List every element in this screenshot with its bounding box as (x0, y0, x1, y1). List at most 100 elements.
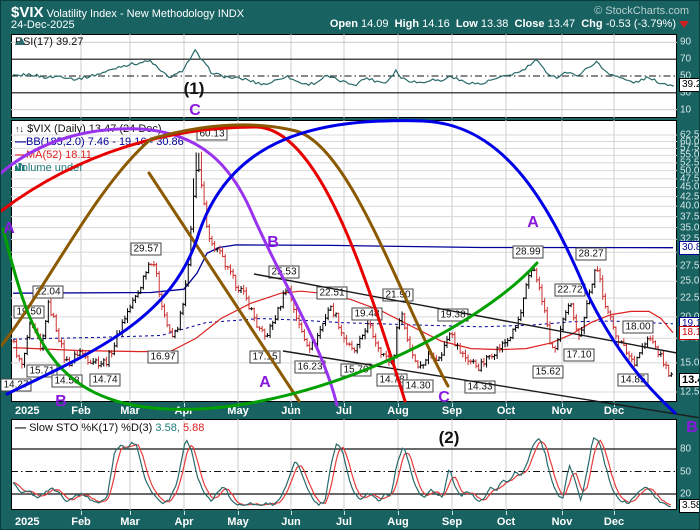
sto-d-value: 5.88 (183, 422, 204, 434)
rsi-axis-tick: 10 (680, 104, 691, 115)
wave-letter-b: B (686, 419, 698, 437)
high-value: 14.16 (422, 18, 450, 30)
low-label: Low (456, 18, 478, 30)
rsi-current-value-label: 39.27 (679, 78, 700, 92)
sto-axis-tick: 50 (680, 466, 691, 477)
month-label-nov: Nov (552, 516, 573, 528)
rsi-plot (11, 34, 677, 118)
pivot-price-label: 21.90 (382, 289, 413, 302)
sto-legend-text: Slow STO %K(17) %D(3) (29, 422, 152, 434)
low-value: 13.38 (481, 18, 509, 30)
quote-strip: Open 14.09 High 14.16 Low 13.38 Close 13… (330, 18, 689, 30)
month-tick (344, 403, 345, 407)
month-tick (238, 511, 239, 515)
chg-value: -0.53 (-3.79%) (606, 18, 676, 30)
month-label-apr: Apr (175, 516, 194, 528)
sto-axis-tick: 20 (680, 489, 691, 500)
volume-bars-icon (15, 162, 25, 171)
pivot-price-label: 14.58 (51, 375, 82, 388)
price-axis-value-label: 13.47 (679, 373, 700, 387)
wave-letter-c: C (438, 389, 450, 407)
volume-legend: Volume undef (15, 162, 82, 174)
sto-k-value: 3.58, (155, 422, 179, 434)
month-tick (506, 403, 507, 407)
price-axis-tick: 25.0 (680, 276, 699, 287)
year-label: 2025 (15, 516, 39, 528)
pivot-price-label: 28.99 (512, 246, 543, 259)
price-axis-tick: 12.5 (680, 386, 699, 397)
pivot-price-label: 14.30 (402, 380, 433, 393)
price-axis-tick: 37.5 (680, 211, 699, 222)
chg-label: Chg (581, 18, 602, 30)
price-axis-tick: 27.5 (680, 261, 699, 272)
pivot-price-label: 18.00 (622, 321, 653, 334)
month-axis-bottom: 2025FebMarAprMayJunJulAugSepOctNovDec (1, 511, 700, 530)
high-label: High (395, 18, 419, 30)
month-tick (398, 511, 399, 515)
bb-legend: —BB(185,2.0) 7.46 - 19.16 - 30.86 (15, 136, 184, 148)
pivot-price-label: 14.74 (89, 374, 120, 387)
month-label-mar: Mar (120, 516, 140, 528)
month-label-aug: Aug (387, 516, 408, 528)
stockcharts-credit: © StockCharts.com (594, 5, 689, 17)
pivot-price-label: 19.48 (351, 308, 382, 321)
chart-header: $VIX Volatility Index - New Methodology … (11, 4, 691, 18)
updown-arrows-icon: ↑↓ (15, 124, 24, 134)
pivot-price-label: 22.72 (554, 284, 585, 297)
month-tick (452, 511, 453, 515)
month-tick (506, 511, 507, 515)
month-tick (184, 511, 185, 515)
month-label-sep: Sep (442, 516, 462, 528)
ma-legend: —MA(52) 18.11 (15, 149, 92, 161)
month-tick (81, 511, 82, 515)
rsi-legend-text: RSI(17) 39.27 (15, 36, 83, 48)
pivot-price-label: 15.70 (340, 364, 371, 377)
month-tick (184, 403, 185, 407)
month-label-jul: Jul (336, 516, 352, 528)
month-tick (614, 511, 615, 515)
wave-2-annotation: (2) (439, 428, 460, 448)
price-legend-line1: ↑↓ $VIX (Daily) 13.47 (24 Dec) (15, 123, 162, 135)
pivot-price-label: 22.04 (32, 286, 63, 299)
sto-current-value-label: 3.58 (679, 499, 700, 513)
wave-letter-b: B (55, 393, 67, 411)
month-tick (562, 511, 563, 515)
price-axis-value-label: 30.86 (679, 241, 700, 255)
ma-line-icon: — (15, 149, 26, 161)
month-label-jun: Jun (281, 516, 301, 528)
wave-c-annotation-rsi: C (189, 102, 201, 120)
bb-line-icon: — (15, 136, 26, 148)
month-tick (452, 403, 453, 407)
close-label: Close (515, 18, 545, 30)
price-axis-tick: 35.0 (680, 222, 699, 233)
month-tick (398, 403, 399, 407)
month-tick (130, 511, 131, 515)
pivot-price-label: 16.23 (294, 361, 325, 374)
wave-letter-a: A (3, 220, 15, 238)
month-tick (344, 511, 345, 515)
wave-letter-b: B (267, 234, 279, 252)
month-tick (291, 511, 292, 515)
pivot-price-label: 14.33 (464, 381, 495, 394)
month-tick (562, 403, 563, 407)
rsi-legend: RSI(17) 39.27 (15, 36, 83, 48)
pivot-price-label: 14.27 (0, 379, 31, 392)
pivot-price-label: 17.10 (563, 349, 594, 362)
month-axis-top: 2025FebMarAprMayJunJulAugSepOctNovDec (1, 403, 700, 419)
month-tick (81, 403, 82, 407)
month-label-dec: Dec (604, 516, 624, 528)
pivot-price-label: 14.85 (617, 374, 648, 387)
month-tick (291, 403, 292, 407)
month-tick (130, 403, 131, 407)
month-tick (238, 403, 239, 407)
change-down-triangle-icon (679, 21, 689, 28)
pivot-price-label: 29.57 (130, 243, 161, 256)
ma-legend-text: MA(52) 18.11 (26, 149, 92, 161)
month-tick (614, 403, 615, 407)
open-value: 14.09 (361, 18, 389, 30)
price-axis-value-label: 18.11 (679, 326, 700, 340)
exchange-tag: INDX (218, 8, 244, 20)
pivot-price-label: 25.53 (268, 266, 299, 279)
wave-letter-a: A (527, 214, 539, 232)
pivot-price-label: 15.62 (532, 366, 563, 379)
